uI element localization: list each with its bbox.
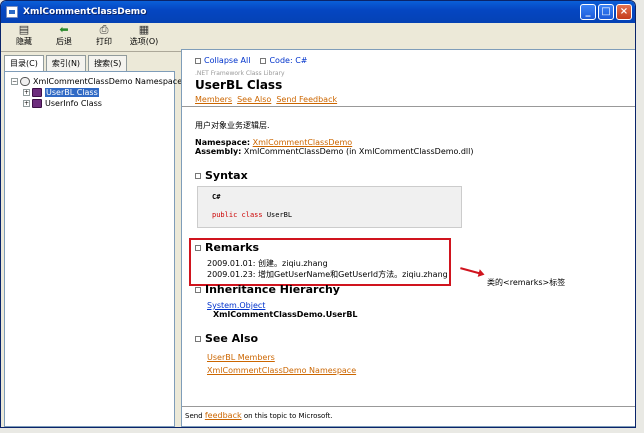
code-language-filter[interactable]: Code: C#: [260, 56, 307, 65]
collapse-icon: [195, 172, 201, 179]
tree-node-userinfo[interactable]: + UserInfo Class: [23, 99, 102, 108]
contents-tree: − XmlCommentClassDemo Namespace + UserBL…: [4, 71, 182, 427]
close-button[interactable]: ×: [616, 4, 632, 20]
printer-icon: ⎙: [99, 23, 109, 36]
topic-header: Collapse All Code: C# .NET Framework Cla…: [182, 50, 635, 107]
tab-search[interactable]: 搜索(S): [88, 55, 128, 71]
collapse-all-link[interactable]: Collapse All: [195, 56, 250, 65]
remarks-line: 2009.01.01: 创建。ziqiu.zhang: [207, 259, 328, 268]
namespace-icon: [20, 77, 30, 86]
options-button[interactable]: ▦ 选项(O): [127, 23, 161, 51]
collapse-icon: [195, 286, 201, 293]
print-button[interactable]: ⎙ 打印: [87, 23, 121, 51]
send-feedback-link[interactable]: Send Feedback: [276, 95, 337, 104]
back-arrow-icon: ⬅: [59, 23, 69, 36]
page-title: UserBL Class: [195, 78, 283, 92]
assembly-line: Assembly: XmlCommentClassDemo (in XmlCom…: [195, 147, 474, 156]
help-window: XmlCommentClassDemo _ □ × ▤ 隐藏 ⬅ 后退 ⎙ 打印…: [0, 0, 636, 428]
hide-icon: ▤: [18, 23, 30, 36]
tab-index[interactable]: 索引(N): [45, 55, 87, 71]
syntax-heading[interactable]: Syntax: [195, 169, 248, 182]
feedback-link[interactable]: feedback: [205, 411, 242, 420]
dropdown-icon: [260, 57, 267, 64]
library-subtitle: .NET Framework Class Library: [195, 70, 285, 77]
namespace-link[interactable]: XmlCommentClassDemo: [253, 138, 353, 147]
remarks-heading[interactable]: Remarks: [195, 241, 259, 254]
minimize-button[interactable]: _: [580, 4, 596, 20]
see-also-heading[interactable]: See Also: [195, 332, 258, 345]
hide-button[interactable]: ▤ 隐藏: [7, 23, 41, 51]
see-also-link[interactable]: See Also: [237, 95, 271, 104]
members-link[interactable]: Members: [195, 95, 232, 104]
navigation-pane: 目录(C) 索引(N) 搜索(S) − XmlCommentClassDemo …: [4, 55, 182, 427]
syntax-code-block: C# public class UserBL: [197, 186, 462, 228]
annotation-label: 类的<remarks>标签: [487, 278, 566, 287]
collapse-icon: [195, 57, 201, 64]
tab-contents[interactable]: 目录(C): [4, 55, 44, 72]
expand-icon[interactable]: +: [23, 89, 30, 96]
maximize-button[interactable]: □: [598, 4, 614, 20]
app-icon: [6, 6, 18, 18]
collapse-icon: [195, 335, 201, 342]
namespace-line: Namespace: XmlCommentClassDemo: [195, 138, 353, 147]
inheritance-heading[interactable]: Inheritance Hierarchy: [195, 283, 340, 296]
code-line: public class UserBL: [212, 211, 293, 219]
book-icon: [32, 99, 42, 108]
back-button[interactable]: ⬅ 后退: [47, 23, 81, 51]
window-title: XmlCommentClassDemo: [23, 7, 147, 17]
current-class-label: XmlCommentClassDemo.UserBL: [213, 310, 358, 319]
content-pane: Collapse All Code: C# .NET Framework Cla…: [181, 49, 635, 427]
book-icon: [32, 88, 42, 97]
tree-node-namespace[interactable]: − XmlCommentClassDemo Namespace: [11, 77, 182, 86]
footer: Send feedback on this topic to Microsoft…: [182, 406, 635, 424]
system-object-link[interactable]: System.Object: [207, 301, 265, 310]
title-bar[interactable]: XmlCommentClassDemo _ □ ×: [1, 1, 635, 23]
userbl-members-link[interactable]: UserBL Members: [207, 353, 275, 362]
namespace-see-also-link[interactable]: XmlCommentClassDemo Namespace: [207, 366, 356, 375]
expand-icon[interactable]: +: [23, 100, 30, 107]
remarks-line: 2009.01.23: 增加GetUserName和GetUserId方法。zi…: [207, 270, 448, 279]
tree-node-userbl[interactable]: + UserBL Class: [23, 88, 99, 97]
code-language-label: C#: [212, 193, 221, 201]
collapse-icon[interactable]: −: [11, 78, 18, 85]
collapse-icon: [195, 244, 201, 251]
options-icon: ▦: [138, 23, 150, 36]
class-summary: 用户对象业务逻辑层.: [195, 121, 270, 130]
toolbar: ▤ 隐藏 ⬅ 后退 ⎙ 打印 ▦ 选项(O): [1, 23, 635, 52]
